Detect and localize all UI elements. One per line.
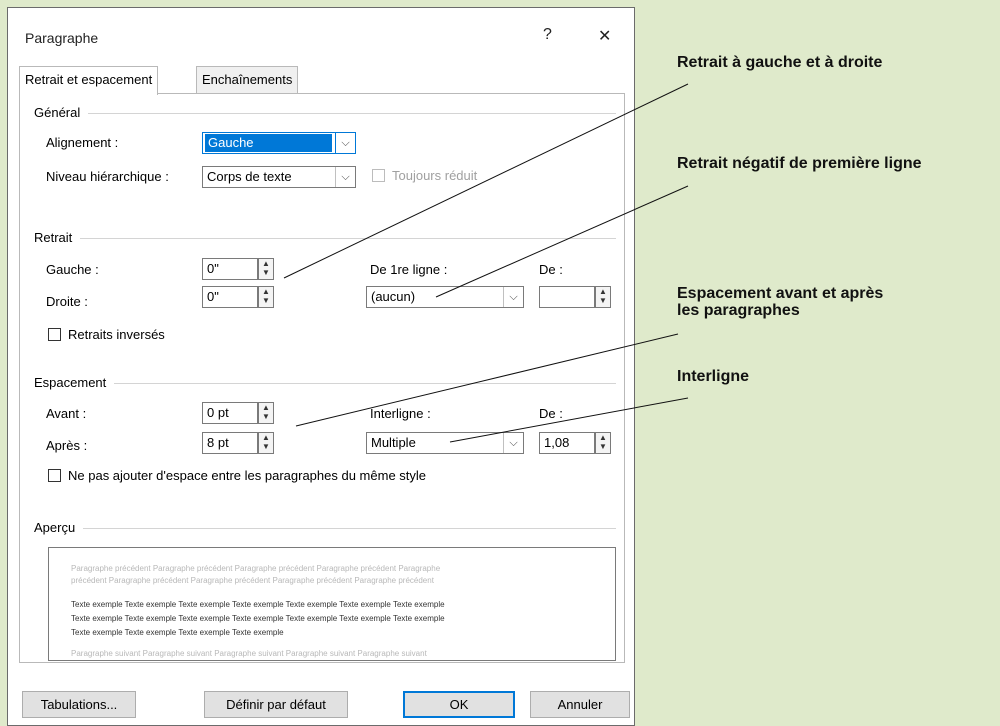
- callout-line: [449, 397, 689, 443]
- annotation-spacing-2: les paragraphes: [677, 302, 800, 319]
- annotation-left-right-indent: Retrait à gauche et à droite: [677, 54, 883, 71]
- tab-indent-spacing[interactable]: Retrait et espacement: [19, 66, 159, 95]
- annotation-spacing: Espacement avant et après: [677, 285, 884, 302]
- annotation-hanging-indent: Retrait négatif de première ligne: [677, 155, 922, 172]
- callout-line: [435, 185, 689, 298]
- callout-lines: [283, 83, 689, 443]
- callout-line: [295, 333, 679, 427]
- callout-line: [283, 83, 689, 279]
- annotation-line-spacing: Interligne: [677, 368, 750, 385]
